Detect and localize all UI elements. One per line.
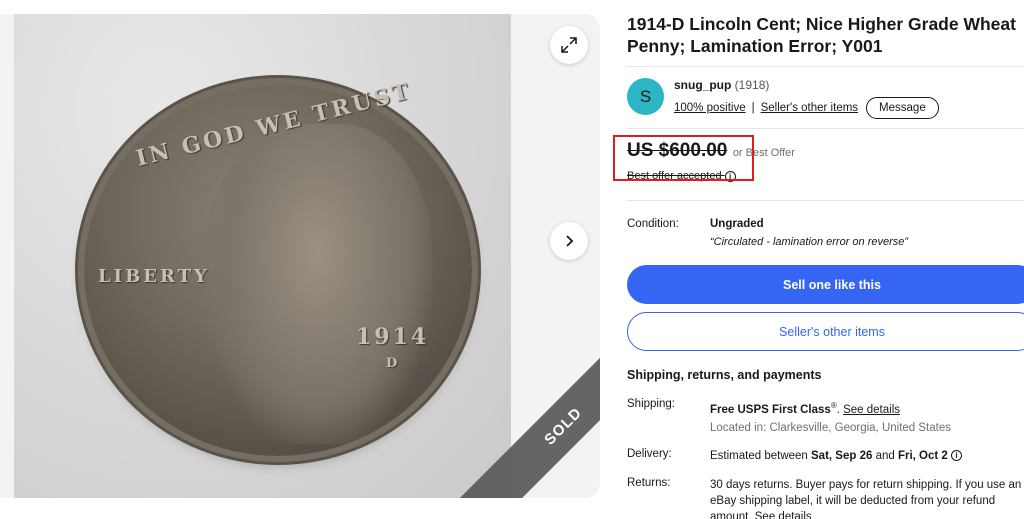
shipping-see-details-link[interactable]: See details	[843, 404, 900, 416]
sold-label: SOLD	[540, 403, 586, 449]
separator: |	[751, 102, 755, 114]
condition-label: Condition:	[627, 218, 679, 230]
chevron-right-icon	[566, 235, 574, 247]
shipping-section-title: Shipping, returns, and payments	[627, 368, 822, 382]
expand-icon	[561, 37, 577, 53]
seller-avatar[interactable]: S	[627, 78, 664, 115]
divider	[627, 200, 1024, 201]
expand-button[interactable]	[550, 26, 588, 64]
delivery-value-row: Estimated between Sat, Sep 26 and Fri, O…	[710, 448, 1024, 464]
seller-name-row: snug_pup (1918)	[674, 78, 769, 92]
price-highlight-box	[613, 135, 754, 181]
message-button[interactable]: Message	[866, 97, 939, 119]
info-icon[interactable]: i	[951, 450, 963, 462]
registered-mark: ®	[830, 401, 837, 410]
coin-image: IN GOD WE TRUST LIBERTY 1914 D	[84, 78, 472, 456]
divider	[627, 66, 1024, 67]
returns-label: Returns:	[627, 477, 671, 489]
returns-see-details-link[interactable]: See details	[755, 511, 812, 519]
coin-bust	[202, 124, 432, 444]
avatar-initial: S	[639, 86, 652, 106]
seller-name[interactable]: snug_pup	[674, 78, 731, 92]
delivery-and: and	[872, 450, 898, 462]
delivery-end: Fri, Oct 2	[897, 450, 948, 462]
shipping-value-row: Free USPS First Class®. See details	[710, 401, 901, 416]
seller-card: S snug_pup (1918) 100% positive | Seller…	[627, 76, 1024, 120]
listing-title: 1914-D Lincoln Cent; Nice Higher Grade W…	[627, 14, 1016, 56]
seller-feedback-count: (1918)	[734, 78, 770, 92]
image-gallery: IN GOD WE TRUST LIBERTY 1914 D SOLD	[0, 14, 600, 498]
coin-liberty: LIBERTY	[98, 266, 210, 287]
sell-one-like-this-button[interactable]: Sell one like this	[627, 265, 1024, 304]
coin-year: 1914	[356, 324, 430, 350]
next-image-button[interactable]	[550, 222, 588, 260]
shipping-value: Free USPS First Class	[710, 403, 831, 416]
listing-info-panel: 1914-D Lincoln Cent; Nice Higher Grade W…	[627, 0, 1024, 519]
located-in: Located in: Clarkesville, Georgia, Unite…	[710, 422, 951, 434]
seller-other-items-button[interactable]: Seller's other items	[627, 312, 1024, 351]
returns-value-row: 30 days returns. Buyer pays for return s…	[710, 477, 1024, 519]
seller-links: 100% positive | Seller's other items Mes…	[674, 97, 939, 119]
seller-feedback-link[interactable]: 100% positive	[674, 102, 746, 114]
coin-mint: D	[386, 356, 401, 371]
shipping-label: Shipping:	[627, 398, 675, 410]
delivery-start: Sat, Sep 26	[811, 450, 873, 462]
delivery-label: Delivery:	[627, 448, 672, 460]
condition-value: Ungraded	[710, 218, 764, 230]
listing-photo[interactable]: IN GOD WE TRUST LIBERTY 1914 D	[14, 14, 511, 498]
delivery-prefix: Estimated between	[710, 450, 812, 462]
divider	[627, 128, 1024, 129]
condition-note: “Circulated - lamination error on revers…	[710, 236, 909, 248]
seller-other-items-link[interactable]: Seller's other items	[761, 102, 858, 114]
